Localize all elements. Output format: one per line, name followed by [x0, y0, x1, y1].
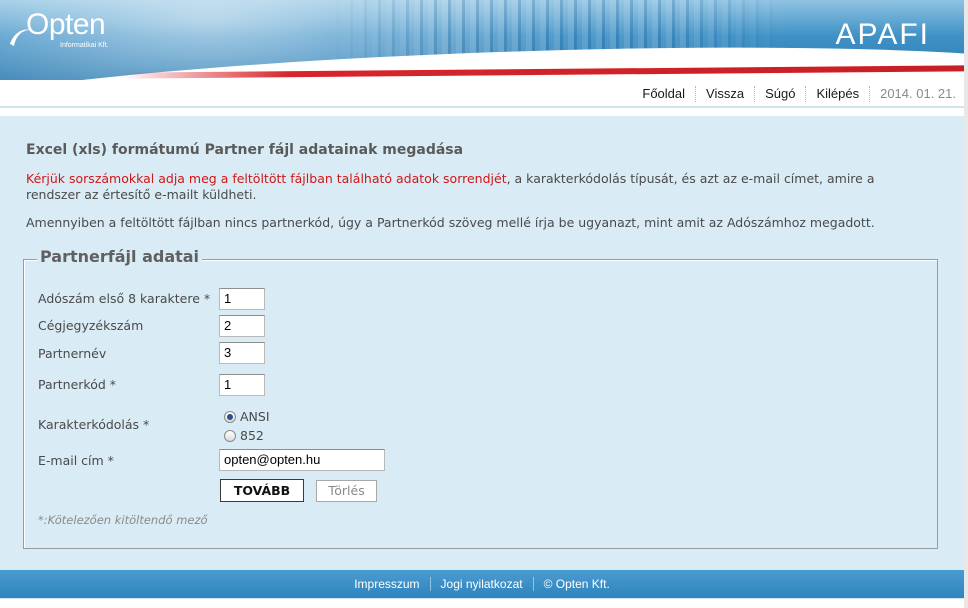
nav-help-link[interactable]: Súgó: [754, 86, 805, 102]
app-name: APAFI: [835, 18, 930, 51]
nav-home-link[interactable]: Főoldal: [632, 86, 695, 102]
bottom-strip: [0, 598, 964, 608]
email-input[interactable]: opten@opten.hu: [219, 449, 385, 471]
encoding-option-ansi[interactable]: ANSI: [224, 409, 270, 424]
partnernev-label: Partnernév: [38, 346, 107, 361]
fieldset-legend: Partnerfájl adatai: [37, 247, 203, 266]
intro-paragraph: Kérjük sorszámokkal adja meg a feltöltöt…: [26, 171, 926, 203]
footer-legal-link[interactable]: Jogi nyilatkozat: [429, 577, 533, 591]
nav-divider: [0, 106, 964, 108]
intro-highlight: Kérjük sorszámokkal adja meg a feltöltöt…: [26, 171, 507, 186]
cegjegyzekszam-input[interactable]: 2: [219, 315, 265, 337]
ansi-label: ANSI: [240, 409, 270, 424]
cp852-label: 852: [240, 428, 264, 443]
footer-impresszum-link[interactable]: Impresszum: [344, 577, 429, 591]
partnerkod-input[interactable]: 1: [219, 374, 265, 396]
window-right-edge: [964, 0, 968, 608]
cp852-radio[interactable]: [224, 429, 236, 442]
cegjegyzekszam-label: Cégjegyzékszám: [38, 318, 144, 333]
partnerkod-label: Partnerkód *: [38, 377, 117, 392]
footer: Impresszum Jogi nyilatkozat © Opten Kft.: [0, 570, 964, 598]
partnercode-note: Amennyiben a feltöltött fájlban nincs pa…: [26, 215, 875, 230]
nav-logout-link[interactable]: Kilépés: [805, 86, 869, 102]
email-label: E-mail cím *: [38, 453, 114, 468]
partnernev-input[interactable]: 3: [219, 342, 265, 364]
page: Opten Informatikai Kft. APAFI Főoldal Vi…: [0, 0, 968, 608]
adoszam-label: Adószám első 8 karaktere *: [38, 291, 211, 306]
clear-button[interactable]: Törlés: [316, 480, 377, 502]
ansi-radio[interactable]: [224, 410, 236, 423]
next-button[interactable]: TOVÁBB: [220, 479, 304, 502]
required-fields-note: *:Kötelezően kitöltendő mező: [38, 513, 208, 527]
current-date: 2014. 01. 21.: [869, 86, 956, 102]
logo-text: Opten: [26, 8, 106, 41]
header-banner: Opten Informatikai Kft. APAFI: [0, 0, 964, 80]
logo-subtitle: Informatikai Kft.: [60, 42, 109, 49]
adoszam-input[interactable]: 1: [219, 288, 265, 310]
opten-logo[interactable]: Opten Informatikai Kft.: [8, 6, 148, 54]
encoding-option-852[interactable]: 852: [224, 428, 264, 443]
karakterkodolas-label: Karakterkódolás *: [38, 417, 150, 432]
top-navigation: Főoldal Vissza Súgó Kilépés 2014. 01. 21…: [632, 82, 956, 106]
nav-back-link[interactable]: Vissza: [695, 86, 754, 102]
page-title: Excel (xls) formátumú Partner fájl adata…: [26, 142, 464, 158]
footer-copyright: © Opten Kft.: [532, 577, 620, 591]
